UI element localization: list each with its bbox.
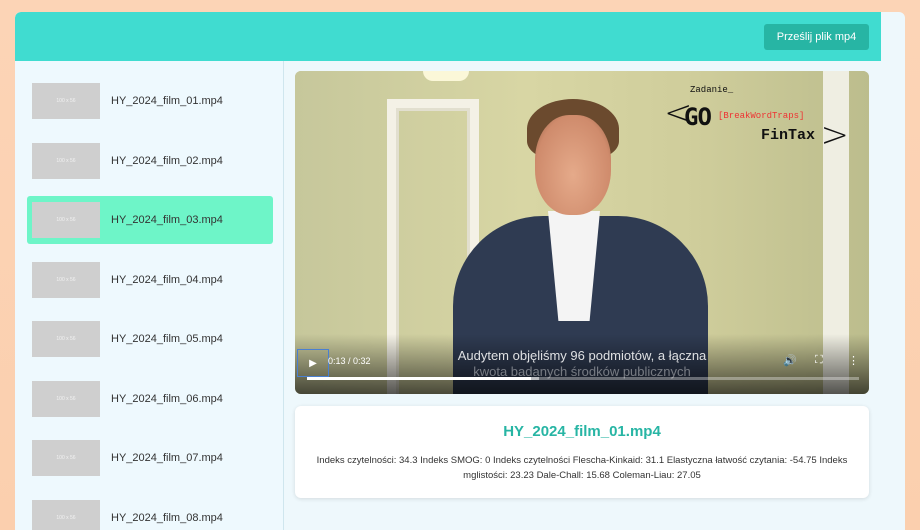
time-display: 0:13 / 0:32 bbox=[328, 356, 371, 366]
watermark-brand-text: FinTax bbox=[761, 127, 816, 144]
video-thumbnail: 100 x 56 bbox=[32, 380, 100, 417]
file-list-sidebar: 100 x 56 HY_2024_film_01.mp4 100 x 56 HY_20… bbox=[15, 61, 284, 530]
video-thumbnail: 100 x 56 bbox=[32, 499, 100, 530]
video-info-card: HY_2024_film_01.mp4 Indeks czytelności: … bbox=[295, 406, 869, 498]
file-list-item[interactable]: 100 x 56 HY_2024_film_03.mp4 bbox=[27, 196, 273, 244]
more-icon[interactable]: ⋮ bbox=[848, 354, 859, 367]
file-name-label: HY_2024_film_02.mp4 bbox=[111, 154, 223, 167]
file-name-label: HY_2024_film_05.mp4 bbox=[111, 333, 223, 345]
app-window: Prześlij plik mp4 100 x 56 HY_2024_film_0… bbox=[15, 12, 905, 530]
file-list-item[interactable]: 100 x 56 HY_2024_film_05.mp4 bbox=[27, 315, 273, 363]
file-name-label: HY_2024_film_01.mp4 bbox=[111, 95, 223, 107]
play-icon[interactable]: ▶ bbox=[297, 349, 329, 377]
progress-bar[interactable] bbox=[307, 377, 859, 380]
speaker-face bbox=[535, 115, 611, 215]
video-title: HY_2024_film_01.mp4 bbox=[503, 423, 661, 440]
file-name-label: HY_2024_film_07.mp4 bbox=[111, 452, 223, 464]
file-name-label: HY_2024_film_04.mp4 bbox=[111, 273, 223, 286]
video-thumbnail: 100 x 56 bbox=[32, 202, 100, 238]
file-list-item[interactable]: 100 x 56 HY_2024_film_06.mp4 bbox=[27, 375, 273, 423]
watermark-go-text: GO bbox=[684, 103, 712, 131]
video-thumbnail: 100 x 56 bbox=[32, 142, 100, 179]
volume-icon[interactable]: 🔊 bbox=[783, 354, 797, 367]
file-name-label: HY_2024_film_03.mp4 bbox=[111, 214, 223, 226]
file-list-item[interactable]: 100 x 56 HY_2024_film_08.mp4 bbox=[27, 494, 273, 530]
file-list-item[interactable]: 100 x 56 HY_2024_film_04.mp4 bbox=[27, 256, 273, 304]
watermark-tag-text: [BreakWordTraps] bbox=[718, 111, 805, 121]
fullscreen-icon[interactable]: ⛶ bbox=[815, 354, 823, 367]
video-lamp bbox=[423, 71, 469, 81]
upload-mp4-button[interactable]: Prześlij plik mp4 bbox=[764, 24, 869, 50]
progress-played bbox=[307, 377, 532, 380]
video-player[interactable]: Zadanie_ < GO [BreakWordTraps] FinTax > … bbox=[295, 71, 869, 394]
video-thumbnail: 100 x 56 bbox=[32, 440, 100, 476]
watermark-task-text: Zadanie_ bbox=[690, 85, 734, 95]
video-thumbnail: 100 x 56 bbox=[32, 321, 100, 357]
watermark-right-bracket-icon: > bbox=[820, 115, 850, 155]
video-watermark: Zadanie_ < GO [BreakWordTraps] FinTax > bbox=[664, 85, 849, 155]
file-name-label: HY_2024_film_06.mp4 bbox=[111, 392, 223, 405]
top-bar: Prześlij plik mp4 bbox=[15, 12, 881, 61]
file-name-label: HY_2024_film_08.mp4 bbox=[111, 511, 223, 524]
readability-metrics: Indeks czytelności: 34.3 Indeks SMOG: 0 … bbox=[316, 455, 848, 481]
video-thumbnail: 100 x 56 bbox=[32, 261, 100, 298]
main-panel: Zadanie_ < GO [BreakWordTraps] FinTax > … bbox=[284, 61, 881, 530]
video-thumbnail: 100 x 56 bbox=[32, 83, 100, 119]
file-list-item[interactable]: 100 x 56 HY_2024_film_01.mp4 bbox=[27, 77, 273, 125]
file-list-item[interactable]: 100 x 56 HY_2024_film_07.mp4 bbox=[27, 434, 273, 482]
file-list-item[interactable]: 100 x 56 HY_2024_film_02.mp4 bbox=[27, 137, 273, 185]
